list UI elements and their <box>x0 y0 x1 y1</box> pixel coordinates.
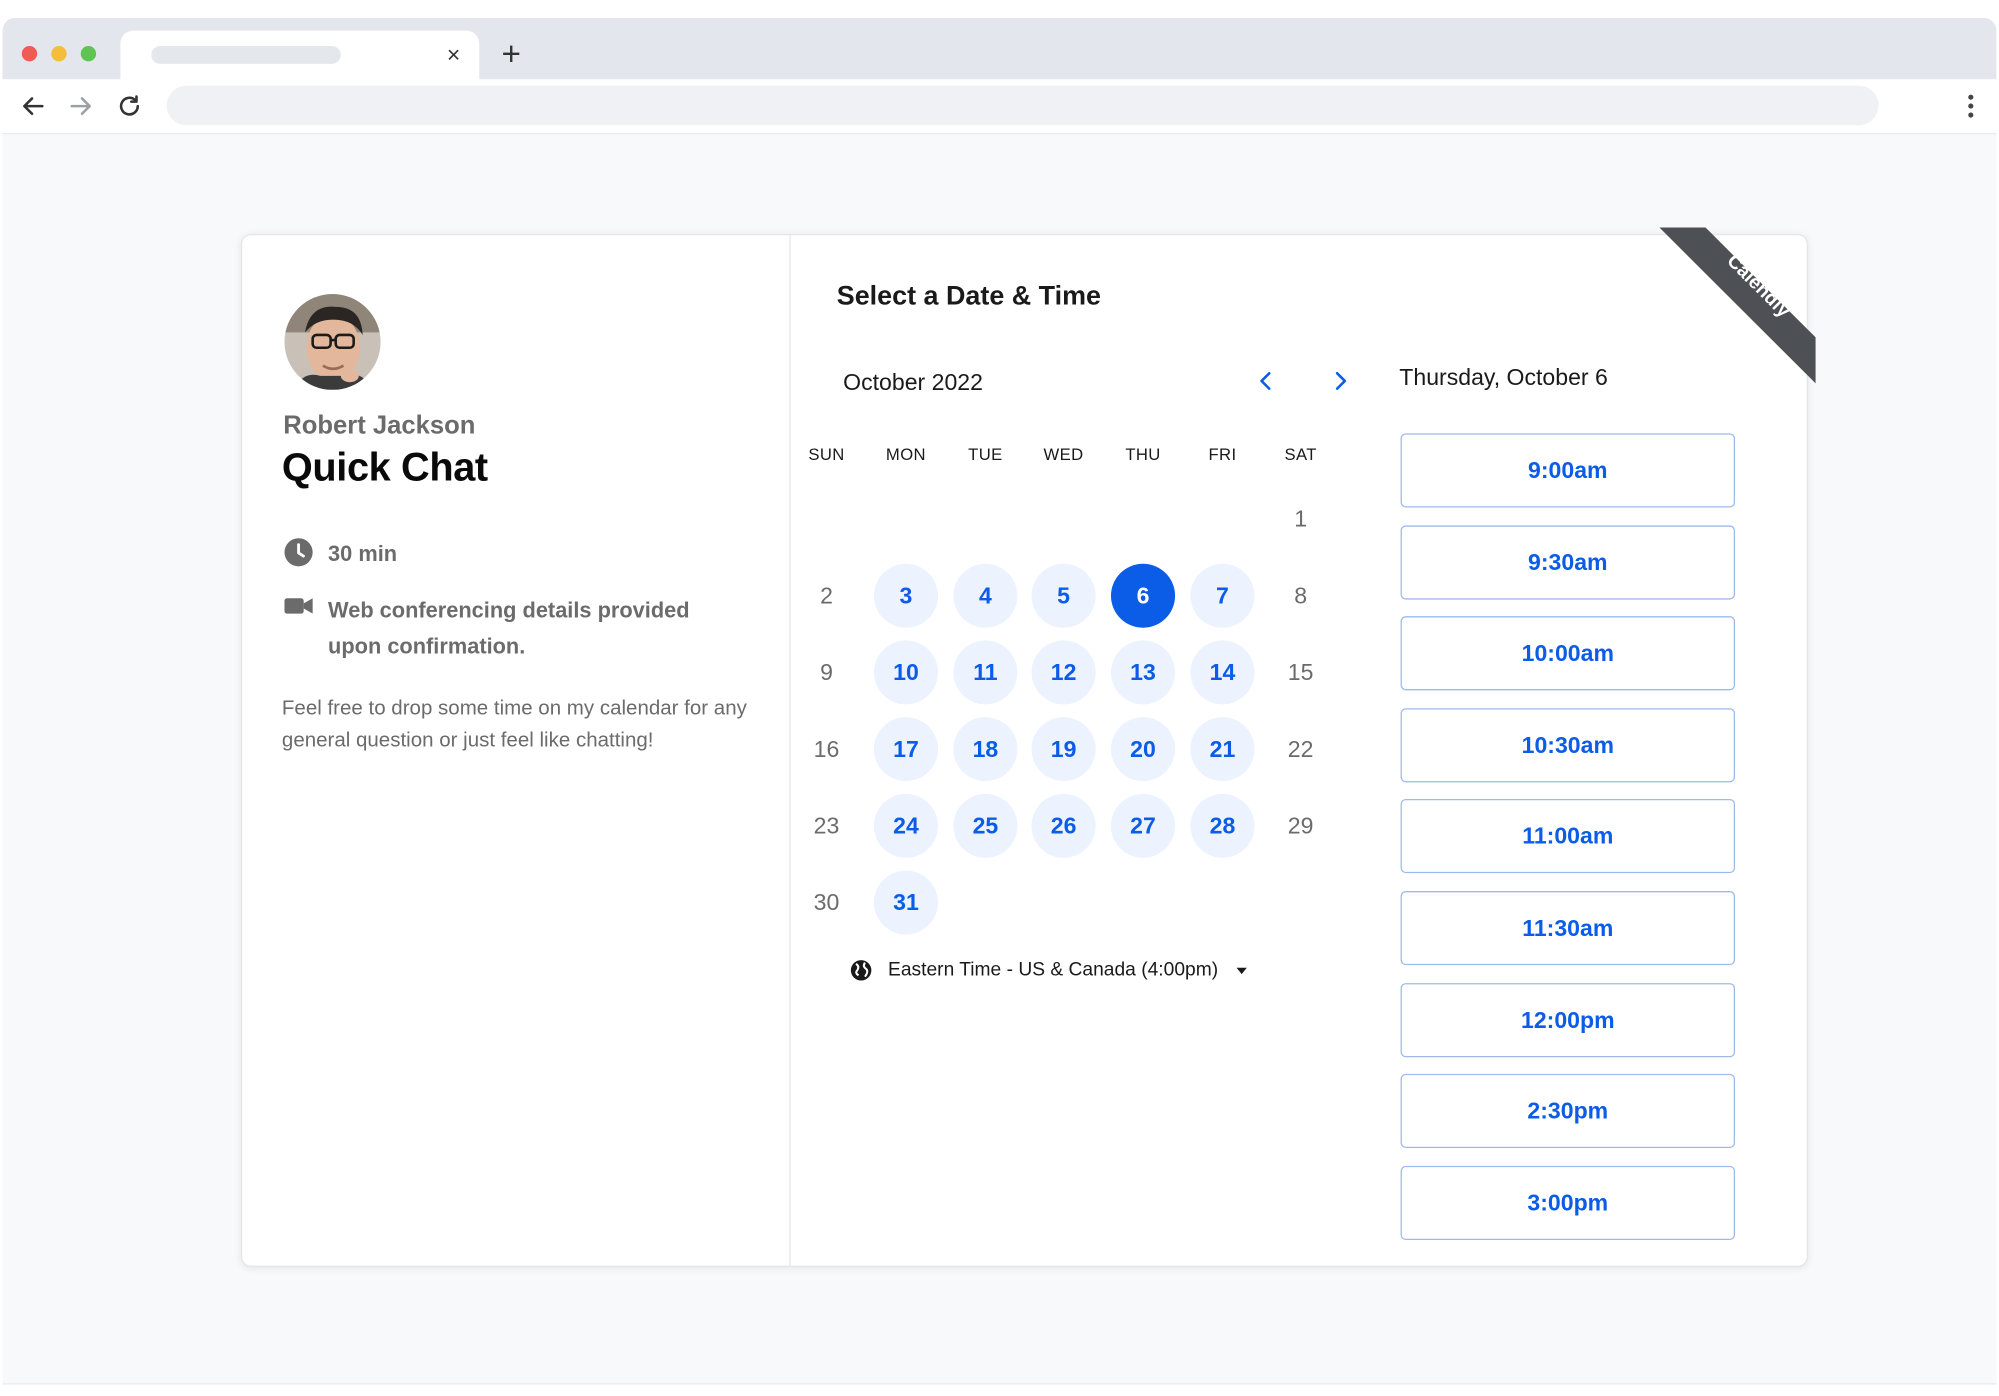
time-slot-button[interactable]: 2:30pm <box>1400 1074 1736 1149</box>
calendar-day: 22 <box>1287 736 1314 762</box>
weekday-sat: SAT <box>1284 444 1317 465</box>
host-name: Robert Jackson <box>283 411 476 440</box>
calendar-day[interactable]: 6 <box>1110 563 1176 628</box>
address-bar[interactable] <box>166 85 1879 126</box>
calendar-day: 8 <box>1294 582 1308 609</box>
calendar-day[interactable]: 7 <box>1190 563 1255 628</box>
close-window-dot[interactable] <box>21 46 38 62</box>
browser-tab[interactable]: × <box>120 30 480 82</box>
event-title: Quick Chat <box>281 444 488 490</box>
tab-close-icon[interactable]: × <box>441 40 467 71</box>
time-slot-button[interactable]: 12:00pm <box>1400 982 1736 1057</box>
calendar-day: 2 <box>820 582 833 609</box>
time-slot-button[interactable]: 11:30am <box>1400 891 1736 966</box>
forward-arrow-icon[interactable] <box>67 92 95 120</box>
powered-by-calendly-badge[interactable]: POWERED BY Calendly <box>1659 227 1816 384</box>
calendar-day[interactable]: 21 <box>1190 717 1255 782</box>
time-slot-button[interactable]: 10:30am <box>1400 707 1736 783</box>
calendar-day[interactable]: 5 <box>1031 563 1096 628</box>
calendar-day[interactable]: 12 <box>1031 640 1096 705</box>
tab-strip: × + <box>2 17 1997 82</box>
calendar-day: 30 <box>813 889 840 916</box>
calendar-day: 29 <box>1287 813 1314 839</box>
video-camera-icon <box>284 598 313 614</box>
panel-divider <box>789 235 791 1266</box>
weekday-wed: WED <box>1043 444 1084 465</box>
booking-card: Robert Jackson Quick Chat 30 min Web con… <box>240 227 1816 1267</box>
calendar-day: 1 <box>1294 506 1308 532</box>
reload-icon[interactable] <box>115 92 143 120</box>
calendar-day[interactable]: 11 <box>953 640 1018 705</box>
back-arrow-icon[interactable] <box>19 92 47 120</box>
minimize-window-dot[interactable] <box>51 46 67 62</box>
page: × + Robert Jackson Quick Chat 30 min Web… <box>0 0 1999 1396</box>
chevron-left-icon[interactable] <box>1252 367 1280 395</box>
selected-date: Thursday, October 6 <box>1399 364 1608 390</box>
browser-toolbar <box>2 79 1997 135</box>
calendar-day[interactable]: 26 <box>1031 793 1096 858</box>
month-label: October 2022 <box>843 369 983 396</box>
calendar-day[interactable]: 20 <box>1110 717 1176 782</box>
calendar-day[interactable]: 31 <box>873 870 938 935</box>
timezone-selector[interactable]: Eastern Time - US & Canada (4:00pm) <box>888 959 1218 981</box>
calendar-day[interactable]: 14 <box>1190 640 1255 705</box>
weekday-mon: MON <box>885 444 926 465</box>
weekday-sun: SUN <box>808 444 845 465</box>
avatar <box>284 294 381 390</box>
calendar-day: 23 <box>813 813 840 839</box>
clock-icon <box>284 538 313 567</box>
caret-down-icon[interactable] <box>1236 967 1247 975</box>
time-slot-button[interactable]: 9:00am <box>1400 433 1736 508</box>
calendar-day[interactable]: 18 <box>953 717 1018 782</box>
event-description: Feel free to drop some time on my calend… <box>281 698 747 752</box>
calendar-day[interactable]: 24 <box>873 793 938 858</box>
new-tab-button[interactable]: + <box>497 36 525 72</box>
event-duration: 30 min <box>328 542 398 567</box>
calendar-day[interactable]: 17 <box>873 717 938 782</box>
chevron-right-icon[interactable] <box>1326 367 1354 395</box>
more-vertical-icon[interactable] <box>1966 92 1976 120</box>
tab-title <box>151 46 341 64</box>
time-slot-button[interactable]: 10:00am <box>1400 616 1736 691</box>
calendar-day[interactable]: 27 <box>1110 793 1176 858</box>
time-slot-button[interactable]: 3:00pm <box>1400 1165 1736 1240</box>
calendar-day[interactable]: 25 <box>953 793 1018 858</box>
calendar-day[interactable]: 4 <box>953 563 1018 628</box>
calendar-day: 16 <box>813 736 840 762</box>
calendar-day[interactable]: 3 <box>873 563 938 628</box>
page-title: Select a Date & Time <box>836 281 1102 311</box>
weekday-fri: FRI <box>1208 444 1237 465</box>
calendar-day[interactable]: 28 <box>1190 793 1255 858</box>
globe-icon <box>850 960 872 981</box>
time-slot-button[interactable]: 11:00am <box>1400 799 1736 874</box>
calendar-day: 15 <box>1287 659 1314 686</box>
conferencing-details: Web conferencing details provided upon c… <box>328 598 690 659</box>
calendar-day: 9 <box>820 659 833 686</box>
weekday-thu: THU <box>1125 444 1161 465</box>
calendar-day[interactable]: 19 <box>1031 717 1096 782</box>
weekday-tue: TUE <box>968 444 1003 465</box>
calendar-day[interactable]: 10 <box>873 640 938 705</box>
maximize-window-dot[interactable] <box>80 46 97 62</box>
calendar-day[interactable]: 13 <box>1110 640 1176 705</box>
time-slot-button[interactable]: 9:30am <box>1400 524 1736 600</box>
